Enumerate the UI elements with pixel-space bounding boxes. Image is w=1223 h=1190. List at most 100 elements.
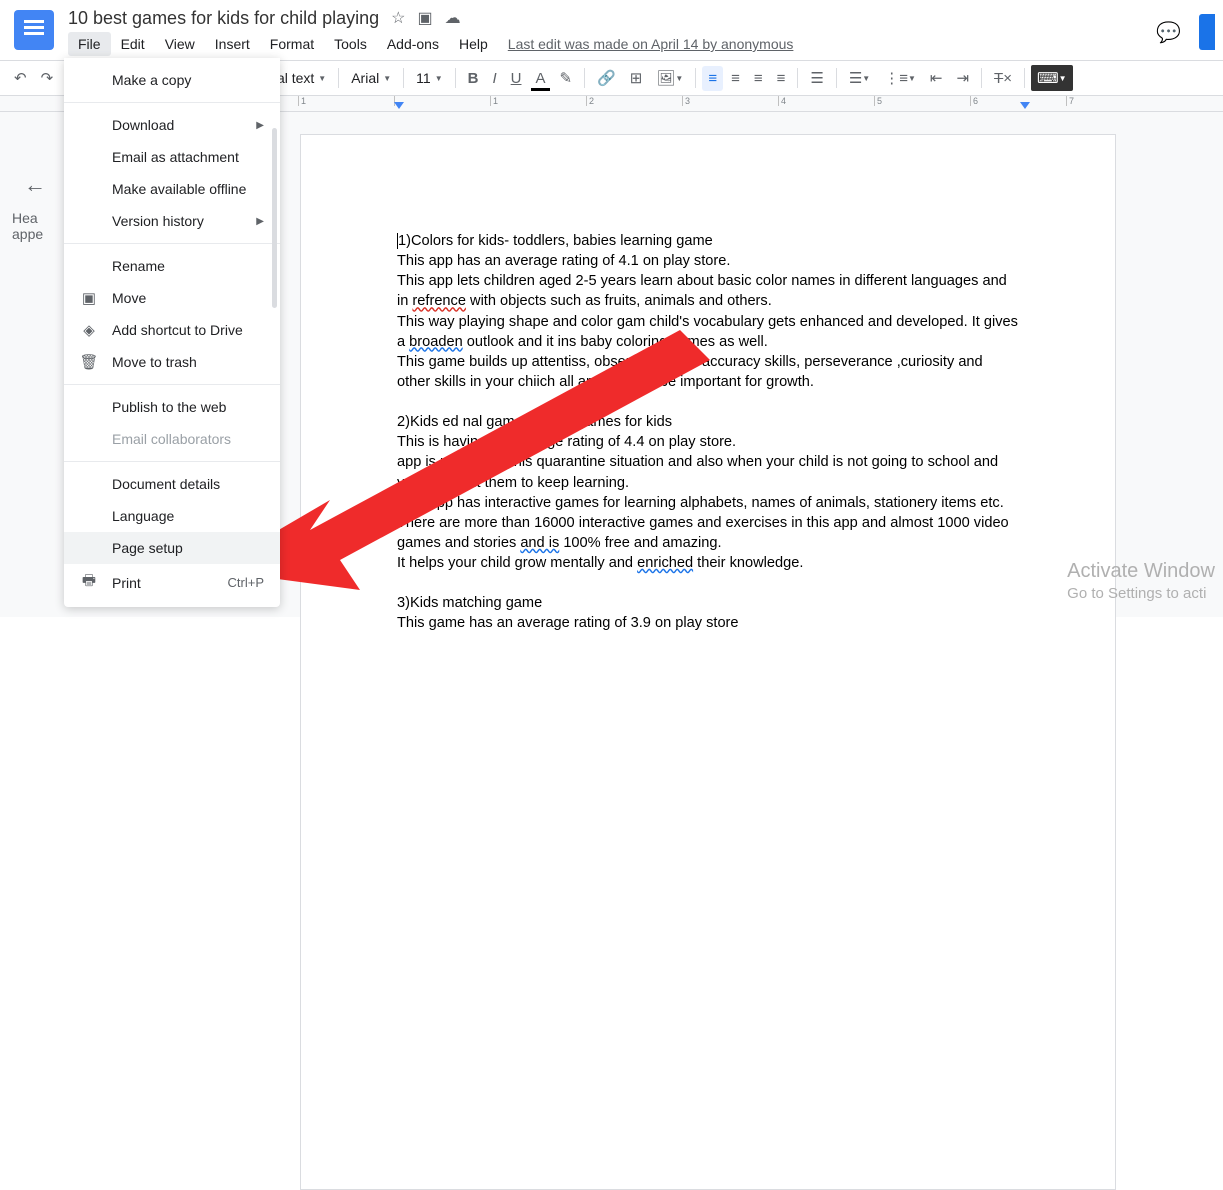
cloud-status-icon[interactable]: ☁ — [445, 8, 461, 28]
menu-addons[interactable]: Add-ons — [377, 32, 449, 56]
menu-move-trash[interactable]: 🗑Move to trash — [64, 346, 280, 378]
doc-line[interactable] — [397, 573, 1019, 593]
document-page[interactable]: 1)Colors for kids- toddlers, babies lear… — [300, 134, 1116, 1190]
menu-view[interactable]: View — [155, 32, 205, 56]
doc-line[interactable]: This is having an average rating of 4.4 … — [397, 432, 1019, 452]
move-icon: ▣ — [80, 289, 98, 307]
ruler-mark: 7 — [1066, 96, 1162, 106]
insert-link-button[interactable]: 🔗 — [591, 65, 622, 91]
menu-move[interactable]: ▣Move — [64, 282, 280, 314]
ruler-mark: 3 — [682, 96, 778, 106]
redo-button[interactable]: ↷ — [35, 65, 60, 91]
trash-icon: 🗑 — [80, 353, 98, 371]
menu-format[interactable]: Format — [260, 32, 324, 56]
menu-tools[interactable]: Tools — [324, 32, 377, 56]
menu-print[interactable]: 🖶PrintCtrl+P — [64, 564, 280, 601]
menu-file[interactable]: File — [68, 32, 111, 56]
separator — [403, 68, 404, 88]
menu-download[interactable]: Download▶ — [64, 109, 280, 141]
document-title[interactable]: 10 best games for kids for child playing — [68, 8, 379, 29]
doc-line[interactable]: 2)Kids ed nal game,english games for kid… — [397, 412, 1019, 432]
title-row: 10 best games for kids for child playing… — [68, 6, 1223, 30]
left-indent-marker[interactable] — [394, 102, 404, 109]
move-folder-icon[interactable]: ▣ — [418, 8, 433, 28]
input-tools-button[interactable]: ⌨▼ — [1031, 65, 1073, 91]
outline-hint: Hea — [8, 210, 56, 226]
menu-help[interactable]: Help — [449, 32, 498, 56]
italic-button[interactable]: I — [486, 66, 502, 91]
menu-make-offline[interactable]: Make available offline — [64, 173, 280, 205]
menu-language[interactable]: Language — [64, 500, 280, 532]
star-icon[interactable]: ☆ — [391, 8, 405, 28]
font-family-select[interactable]: Arial ▼ — [345, 68, 397, 88]
menu-version-history[interactable]: Version history▶ — [64, 205, 280, 237]
ruler-mark — [394, 96, 490, 106]
menu-make-copy[interactable]: Make a copy — [64, 64, 280, 96]
font-size-label: 11 — [416, 70, 431, 86]
insert-image-button[interactable]: 🖼▼ — [650, 65, 689, 91]
menu-separator — [64, 102, 280, 103]
title-area: 10 best games for kids for child playing… — [68, 6, 1223, 58]
separator — [836, 68, 837, 88]
menu-email-attachment[interactable]: Email as attachment — [64, 141, 280, 173]
align-justify-button[interactable]: ≡ — [771, 66, 792, 91]
font-size-select[interactable]: 11 ▼ — [410, 68, 448, 88]
doc-line[interactable]: It helps your child grow mentally and en… — [397, 553, 1019, 573]
submenu-arrow-icon: ▶ — [256, 216, 264, 227]
menu-separator — [64, 243, 280, 244]
font-family-label: Arial — [351, 70, 379, 86]
separator — [695, 68, 696, 88]
clear-formatting-button[interactable]: T× — [988, 66, 1018, 91]
right-indent-marker[interactable] — [1020, 102, 1030, 109]
doc-line[interactable]: app is perfect for this quarantine situa… — [397, 452, 1019, 492]
doc-line[interactable]: This app lets children aged 2-5 years le… — [397, 271, 1019, 311]
menu-separator — [64, 384, 280, 385]
menu-scrollbar[interactable] — [272, 128, 277, 308]
doc-line[interactable]: This game builds up attentiss, observati… — [397, 352, 1019, 392]
undo-button[interactable]: ↶ — [8, 65, 33, 91]
last-edit-link[interactable]: Last edit was made on April 14 by anonym… — [508, 36, 794, 52]
ruler-mark: 5 — [874, 96, 970, 106]
chevron-down-icon: ▼ — [435, 74, 443, 83]
comments-icon[interactable]: 💬 — [1156, 20, 1181, 45]
separator — [455, 68, 456, 88]
doc-line[interactable]: This app has interactive games for learn… — [397, 493, 1019, 513]
highlight-button[interactable]: ✎ — [554, 65, 579, 91]
print-icon: 🖶 — [80, 570, 98, 595]
doc-line[interactable] — [397, 392, 1019, 412]
doc-line[interactable]: 3)Kids matching game — [397, 593, 1019, 613]
checklist-button[interactable]: ☰▼ — [843, 65, 876, 91]
bulleted-list-button[interactable]: ⋮≡▼ — [878, 65, 922, 91]
align-left-button[interactable]: ≡ — [702, 66, 723, 91]
doc-line[interactable]: 1)Colors for kids- toddlers, babies lear… — [397, 231, 1019, 251]
increase-indent-button[interactable]: ⇥ — [950, 65, 975, 91]
menu-edit[interactable]: Edit — [111, 32, 155, 56]
watermark-title: Activate Window — [1067, 558, 1215, 584]
align-right-button[interactable]: ≡ — [748, 66, 769, 91]
menu-document-details[interactable]: Document details — [64, 468, 280, 500]
doc-line[interactable]: This way playing shape and color gam chi… — [397, 312, 1019, 352]
app-header: 10 best games for kids for child playing… — [0, 0, 1223, 60]
line-spacing-button[interactable]: ☰ — [804, 65, 829, 91]
doc-line[interactable]: There are more than 16000 interactive ga… — [397, 513, 1019, 553]
doc-line[interactable]: This game has an average rating of 3.9 o… — [397, 613, 1019, 633]
share-button-partial[interactable] — [1199, 14, 1215, 50]
menu-publish-web[interactable]: Publish to the web — [64, 391, 280, 423]
decrease-indent-button[interactable]: ⇤ — [924, 65, 949, 91]
back-arrow-icon[interactable]: ← — [24, 172, 56, 198]
title-icons: ☆ ▣ ☁ — [391, 8, 460, 28]
align-center-button[interactable]: ≡ — [725, 66, 746, 91]
menu-rename[interactable]: Rename — [64, 250, 280, 282]
ruler-mark: 2 — [586, 96, 682, 106]
shortcut-label: Ctrl+P — [228, 575, 264, 590]
doc-line[interactable]: This app has an average rating of 4.1 on… — [397, 251, 1019, 271]
docs-logo-icon[interactable] — [14, 10, 54, 50]
text-color-button[interactable]: A — [529, 66, 551, 91]
menu-insert[interactable]: Insert — [205, 32, 260, 56]
file-dropdown-menu: Make a copy Download▶ Email as attachmen… — [64, 58, 280, 607]
menu-page-setup[interactable]: Page setup — [64, 532, 280, 564]
bold-button[interactable]: B — [462, 66, 485, 91]
menu-add-shortcut[interactable]: ◈Add shortcut to Drive — [64, 314, 280, 346]
underline-button[interactable]: U — [505, 66, 528, 91]
insert-comment-button[interactable]: ⊞ — [624, 65, 649, 91]
